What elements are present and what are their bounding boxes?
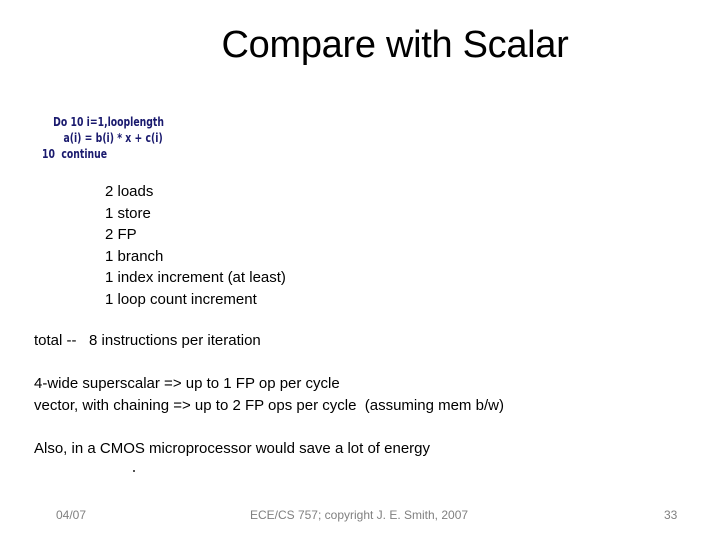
list-item-index-increment: 1 index increment (at least) [105,269,286,287]
list-item-store: 1 store [105,204,151,222]
code-line-do-loop: Do 10 i=1,looplength [53,115,164,129]
instruction-count-list: 2 loads 1 store 2 FP 1 branch 1 index in… [105,181,286,311]
total-instructions-text: total -- 8 instructions per iteration [34,332,261,349]
code-line-assignment: a(i) = b(i) * x + c(i) [63,131,163,145]
list-item-branch: 1 branch [105,247,164,265]
stray-dot [133,470,135,472]
list-item-loads: 2 loads [105,183,154,200]
list-item-loop-count-increment: 1 loop count increment [105,290,257,308]
list-item-fp: 2 FP [105,226,137,244]
page-number: 33 [664,508,678,522]
superscalar-comparison-text: 4-wide superscalar => up to 1 FP op per … [34,375,340,392]
energy-note-text: Also, in a CMOS microprocessor would sav… [34,440,430,457]
footer-copyright: ECE/CS 757; copyright J. E. Smith, 2007 [0,508,720,522]
fortran-code-block: Do 10 i=1,looplength a(i) = b(i) * x + c… [42,114,164,162]
vector-comparison-text: vector, with chaining => up to 2 FP ops … [34,397,504,414]
slide-title: Compare with Scalar [221,24,569,66]
footer-copyright-text: ECE/CS 757; copyright J. E. Smith, 2007 [249,508,469,522]
code-line-continue: 10 continue [42,147,108,161]
